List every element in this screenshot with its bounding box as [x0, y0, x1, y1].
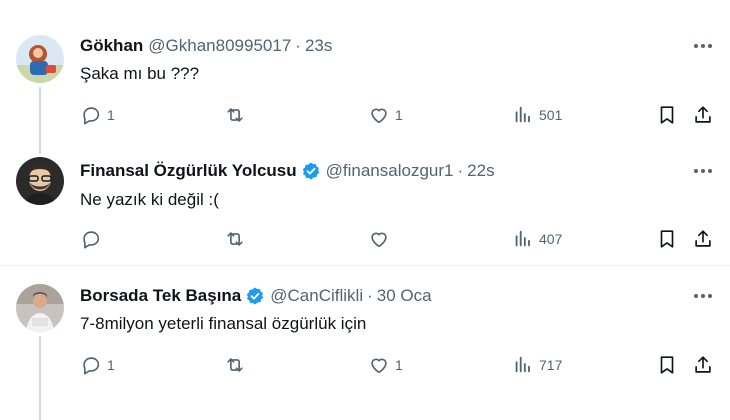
separator-dot: ·	[295, 36, 301, 55]
reply-count: 1	[107, 107, 115, 123]
views-icon	[512, 104, 534, 126]
share-icon	[692, 104, 714, 126]
verified-badge-icon	[245, 286, 265, 306]
retweet-button[interactable]	[224, 227, 251, 251]
like-icon	[368, 104, 390, 126]
share-icon	[692, 228, 714, 250]
share-button[interactable]	[692, 103, 714, 127]
author-name[interactable]: Borsada Tek Başına	[80, 286, 241, 306]
tweet-3[interactable]: Borsada Tek Başına @CanCiflikli · 30 Oca…	[0, 266, 730, 420]
views-icon	[512, 228, 534, 250]
thread-line	[39, 336, 41, 420]
bookmark-icon	[656, 104, 678, 126]
retweet-icon	[224, 354, 246, 376]
bookmark-button[interactable]	[656, 103, 678, 127]
reply-button[interactable]	[80, 227, 107, 251]
share-button[interactable]	[692, 353, 714, 377]
views-count: 501	[539, 107, 563, 123]
bookmark-icon	[656, 228, 678, 250]
retweet-button[interactable]	[224, 353, 251, 377]
tweet-actions: 407	[80, 227, 720, 251]
more-icon[interactable]	[692, 37, 714, 55]
share-button[interactable]	[692, 227, 714, 251]
avatar-finansal-ozgurluk[interactable]	[16, 157, 64, 205]
verified-badge-icon	[301, 161, 321, 181]
views-count: 717	[539, 357, 563, 373]
thread-line	[39, 140, 41, 154]
reply-icon	[80, 228, 102, 250]
retweet-icon	[224, 104, 246, 126]
retweet-icon	[224, 228, 246, 250]
reply-icon	[80, 354, 102, 376]
bookmark-button[interactable]	[656, 353, 678, 377]
tweet-feed: Gökhan @Gkhan80995017 · 23s Şaka mı bu ?…	[0, 0, 730, 420]
like-button[interactable]: 1	[368, 103, 403, 127]
tweet-header: Finansal Özgürlük Yolcusu @finansalozgur…	[80, 160, 495, 182]
tweet-text: Şaka mı bu ???	[80, 64, 200, 83]
separator-dot: ·	[367, 286, 373, 305]
avatar-borsada-tek-basina[interactable]	[16, 284, 64, 332]
retweet-button[interactable]	[224, 103, 251, 127]
more-icon[interactable]	[692, 162, 714, 180]
like-icon	[368, 354, 390, 376]
timestamp[interactable]: 30 Oca	[377, 286, 432, 306]
bookmark-button[interactable]	[656, 227, 678, 251]
avatar-gokhan[interactable]	[16, 35, 64, 83]
author-name[interactable]: Finansal Özgürlük Yolcusu	[80, 161, 297, 181]
author-handle[interactable]: @CanCiflikli	[270, 286, 363, 306]
tweet-actions: 1 1 501	[80, 103, 720, 127]
tweet-actions: 1 1 717	[80, 353, 720, 377]
like-icon	[368, 228, 390, 250]
tweet-header: Borsada Tek Başına @CanCiflikli · 30 Oca	[80, 285, 432, 307]
timestamp[interactable]: 22s	[467, 161, 494, 181]
author-name[interactable]: Gökhan	[80, 36, 143, 56]
separator-dot: ·	[457, 161, 464, 180]
views-button[interactable]: 407	[512, 227, 562, 251]
tweet-text: Ne yazık ki değil :(	[80, 190, 219, 209]
views-count: 407	[539, 231, 563, 247]
reply-button[interactable]: 1	[80, 103, 115, 127]
like-button[interactable]: 1	[368, 353, 403, 377]
reply-icon	[80, 104, 102, 126]
tweet-1[interactable]: Gökhan @Gkhan80995017 · 23s Şaka mı bu ?…	[0, 0, 730, 140]
like-count: 1	[395, 357, 403, 373]
reply-count: 1	[107, 357, 115, 373]
tweet-text: 7-8milyon yeterli finansal özgürlük için	[80, 314, 367, 333]
author-handle[interactable]: @Gkhan80995017	[148, 36, 291, 56]
reply-button[interactable]: 1	[80, 353, 115, 377]
author-handle[interactable]: @finansalozgur1	[326, 161, 454, 181]
timestamp[interactable]: 23s	[305, 36, 332, 56]
tweet-2[interactable]: Finansal Özgürlük Yolcusu @finansalozgur…	[0, 140, 730, 265]
views-icon	[512, 354, 534, 376]
share-icon	[692, 354, 714, 376]
bookmark-icon	[656, 354, 678, 376]
views-button[interactable]: 717	[512, 353, 562, 377]
more-icon[interactable]	[692, 287, 714, 305]
thread-line	[39, 87, 41, 140]
like-button[interactable]	[368, 227, 395, 251]
views-button[interactable]: 501	[512, 103, 562, 127]
tweet-header: Gökhan @Gkhan80995017 · 23s	[80, 35, 332, 57]
like-count: 1	[395, 107, 403, 123]
